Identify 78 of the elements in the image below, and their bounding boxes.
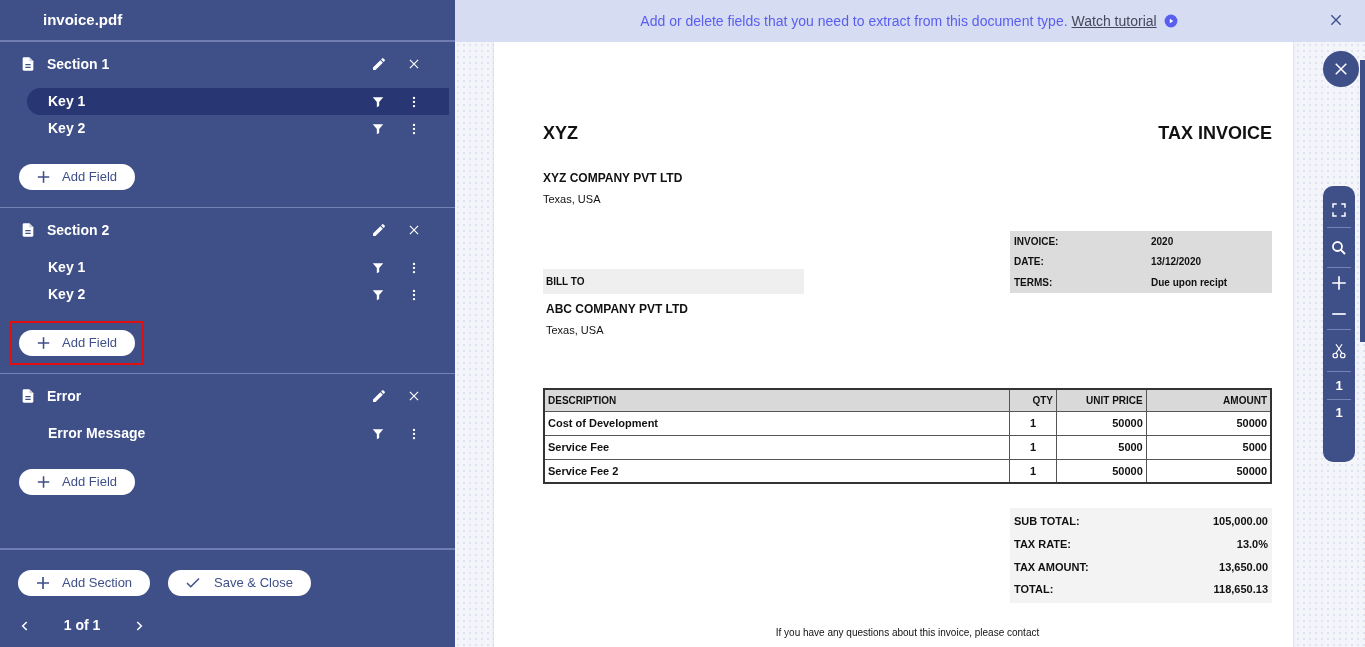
table-cell: 1 bbox=[1009, 435, 1057, 459]
close-icon[interactable] bbox=[407, 223, 421, 237]
customer-address: Texas, USA bbox=[545, 322, 605, 338]
close-icon bbox=[1332, 60, 1350, 78]
table-cell: 5000 bbox=[1056, 435, 1147, 459]
page-indicator: 1 of 1 bbox=[62, 616, 102, 635]
plus-icon bbox=[34, 574, 52, 592]
customer-name: ABC COMPANY PVT LTD bbox=[545, 300, 689, 318]
section-title: Section 2 bbox=[47, 220, 111, 240]
document-title: XYZ bbox=[543, 122, 578, 145]
filter-icon[interactable] bbox=[371, 260, 385, 275]
filter-icon[interactable] bbox=[371, 121, 385, 136]
document-icon bbox=[20, 55, 36, 73]
total-label: TOTAL: bbox=[1014, 582, 1054, 598]
total-page-number: 1 bbox=[1335, 404, 1343, 423]
banner-message: Add or delete fields that you need to extract from this document type. bbox=[640, 11, 1068, 31]
key-label: Key 1 bbox=[48, 258, 87, 277]
info-label: DATE: bbox=[1014, 255, 1045, 269]
add-field-button[interactable]: Add Field bbox=[19, 164, 135, 190]
column-header: QTY bbox=[1009, 389, 1057, 411]
seller-address: Texas, USA bbox=[543, 192, 602, 207]
key-label: Key 2 bbox=[48, 119, 87, 138]
close-viewer-button[interactable] bbox=[1323, 51, 1359, 87]
filter-icon[interactable] bbox=[371, 94, 385, 109]
total-value: 118,650.13 bbox=[1213, 582, 1268, 598]
filter-icon[interactable] bbox=[371, 426, 385, 441]
document-type: TAX INVOICE bbox=[1158, 122, 1272, 145]
save-close-button[interactable]: Save & Close bbox=[168, 570, 311, 596]
table-cell: Cost of Development bbox=[544, 411, 1010, 435]
edit-icon[interactable] bbox=[371, 56, 387, 72]
table-cell: Service Fee bbox=[544, 435, 1010, 459]
total-label: TAX AMOUNT: bbox=[1014, 559, 1089, 575]
bill-to-label: BILL TO bbox=[543, 268, 804, 294]
info-value: Due upon recipt bbox=[1151, 275, 1228, 290]
contact-note: If you have any questions about this invoice, please contact bbox=[774, 626, 1041, 640]
close-icon[interactable] bbox=[407, 57, 421, 71]
info-label: TERMS: bbox=[1014, 275, 1054, 290]
document-icon bbox=[20, 387, 36, 405]
document-icon bbox=[20, 221, 36, 239]
key-field-row[interactable]: Error Message bbox=[27, 420, 449, 447]
watch-tutorial-link[interactable]: Watch tutorial bbox=[1071, 10, 1157, 32]
key-label: Error Message bbox=[48, 424, 147, 443]
search-icon[interactable] bbox=[1330, 238, 1348, 257]
column-header: DESCRIPTION bbox=[544, 389, 1010, 411]
total-label: TAX RATE: bbox=[1014, 536, 1072, 552]
seller-name: XYZ COMPANY PVT LTD bbox=[543, 170, 684, 187]
table-cell: 50000 bbox=[1056, 411, 1147, 435]
key-label: Key 1 bbox=[48, 92, 87, 111]
info-label: INVOICE: bbox=[1014, 234, 1060, 249]
key-field-row[interactable]: Key 1 bbox=[27, 254, 449, 281]
close-icon[interactable] bbox=[1328, 12, 1344, 28]
key-field-row[interactable]: Key 2 bbox=[27, 115, 449, 142]
current-page-number: 1 bbox=[1335, 376, 1343, 395]
total-value: 13,650.00 bbox=[1219, 559, 1268, 575]
fullscreen-icon[interactable] bbox=[1330, 200, 1348, 219]
info-value: 13/12/2020 bbox=[1151, 255, 1202, 269]
total-label: SUB TOTAL: bbox=[1014, 514, 1080, 529]
edit-icon[interactable] bbox=[371, 222, 387, 238]
file-name: invoice.pdf bbox=[43, 9, 123, 30]
total-value: 105,000.00 bbox=[1212, 514, 1268, 529]
add-section-button[interactable]: Add Section bbox=[18, 570, 151, 596]
table-cell: 1 bbox=[1009, 411, 1057, 435]
total-value: 13.0% bbox=[1236, 536, 1268, 552]
scissors-icon[interactable] bbox=[1330, 341, 1348, 360]
key-field-row[interactable]: Key 2 bbox=[27, 281, 449, 308]
filter-icon[interactable] bbox=[371, 287, 385, 302]
close-icon[interactable] bbox=[407, 389, 421, 403]
edit-icon[interactable] bbox=[371, 388, 387, 404]
column-header: UNIT PRICE bbox=[1056, 389, 1147, 411]
play-icon[interactable] bbox=[1163, 14, 1178, 28]
add-field-button[interactable]: Add Field bbox=[19, 330, 135, 356]
zoom-in-icon[interactable] bbox=[1330, 274, 1348, 292]
key-label: Key 2 bbox=[48, 285, 87, 304]
add-field-button[interactable]: Add Field bbox=[19, 469, 135, 495]
section-title: Error bbox=[47, 386, 83, 406]
key-field-row[interactable]: Key 1 bbox=[27, 88, 449, 115]
info-value: 2020 bbox=[1151, 234, 1174, 249]
section-title: Section 1 bbox=[47, 54, 111, 74]
